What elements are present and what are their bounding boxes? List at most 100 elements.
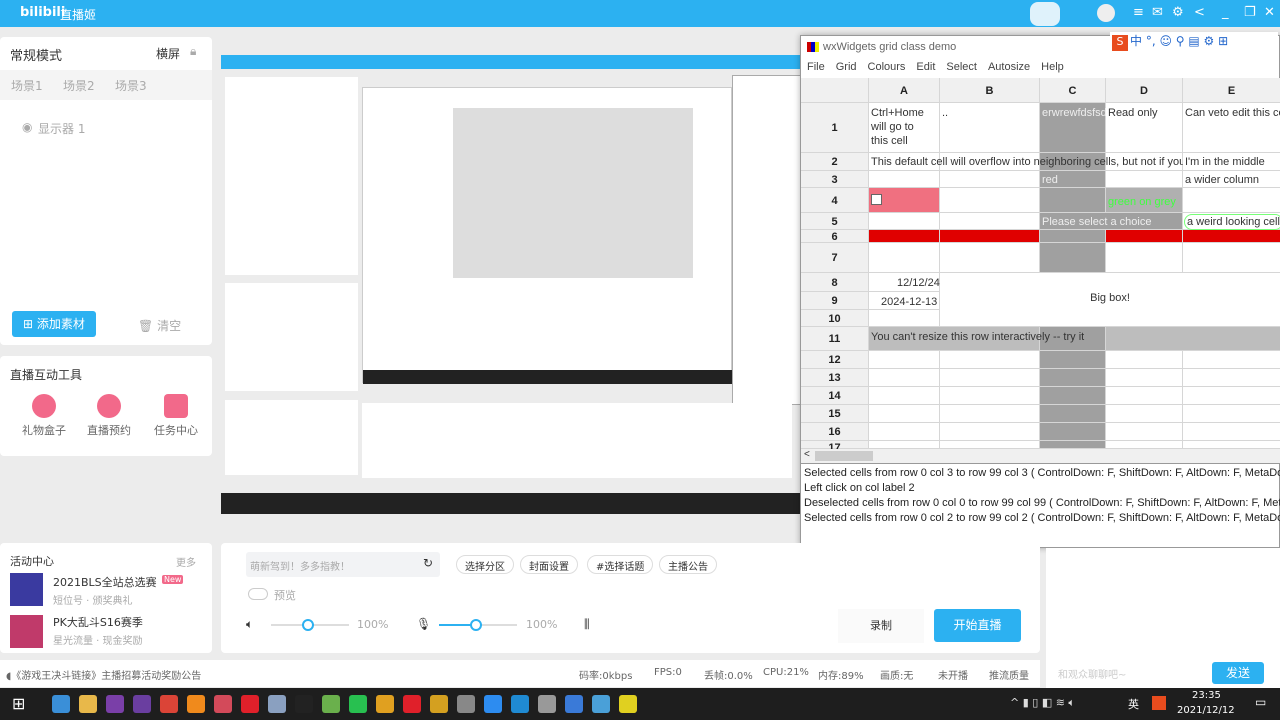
sogou-tray-icon[interactable] xyxy=(1152,696,1166,710)
taskbar-app-icon[interactable] xyxy=(538,695,556,713)
tray-icons[interactable]: ^ ▮ ▯ ◧ ≋ 🔈︎ xyxy=(1010,696,1075,710)
cell-a11[interactable]: You can't resize this row interactively … xyxy=(871,330,1084,344)
row-header-5[interactable]: 5 xyxy=(801,213,869,230)
lock-icon[interactable]: 🔒︎ xyxy=(190,44,196,59)
grid-cell[interactable] xyxy=(1040,441,1106,449)
menu-colours[interactable]: Colours xyxy=(868,61,906,73)
grid-cell[interactable] xyxy=(1183,423,1280,441)
grid-cell[interactable] xyxy=(1040,423,1106,441)
row-header-8[interactable]: 8 xyxy=(801,273,869,292)
mode-label[interactable]: 常规模式 xyxy=(10,45,62,64)
add-material-button[interactable]: ⊞ 添加素材 xyxy=(12,311,96,337)
ime-toolbar[interactable]: S中 °, ☺ ⚲ ▤ ⚙ ⊞ xyxy=(1110,32,1278,52)
grid-cell[interactable] xyxy=(1040,369,1106,387)
start-live-button[interactable]: 开始直播 xyxy=(934,609,1021,642)
activity-thumb[interactable] xyxy=(10,573,43,606)
col-header-E[interactable]: E xyxy=(1183,78,1280,103)
cell-c1[interactable]: erwrewfdsfsd xyxy=(1042,106,1106,120)
menu-file[interactable]: File xyxy=(807,61,825,73)
grid-cell[interactable] xyxy=(1040,351,1106,369)
grid-cell[interactable] xyxy=(940,230,1040,243)
taskbar-app-icon[interactable] xyxy=(187,695,205,713)
grid-cell[interactable] xyxy=(1040,188,1106,213)
grid-cell[interactable] xyxy=(1183,387,1280,405)
share-icon[interactable]: < xyxy=(1194,5,1205,20)
taskbar-app-icon[interactable] xyxy=(268,695,286,713)
gear-icon[interactable]: ⚙ xyxy=(1172,5,1184,20)
grid-cell[interactable] xyxy=(940,351,1040,369)
menu-help[interactable]: Help xyxy=(1041,61,1064,73)
taskbar-app-icon[interactable] xyxy=(241,695,259,713)
live-reservation-tool[interactable]: 直播预约 xyxy=(85,394,133,438)
taskbar-app-icon[interactable] xyxy=(295,695,313,713)
horizontal-scrollbar[interactable]: < xyxy=(801,449,1280,463)
cell-b1[interactable]: .. xyxy=(942,106,948,120)
menu-select[interactable]: Select xyxy=(946,61,977,73)
grid-cell[interactable] xyxy=(1183,441,1280,449)
grid-cell[interactable] xyxy=(1106,351,1183,369)
row-header-6[interactable]: 6 xyxy=(801,230,869,243)
cell-a8[interactable]: 12/12/24 xyxy=(897,276,940,290)
title-input[interactable]: 萌新驾到！多多指教！ ↻ xyxy=(246,552,440,577)
grid-cell[interactable] xyxy=(1106,405,1183,423)
clock-date[interactable]: 2021/12/12 xyxy=(1177,705,1235,716)
chip-category[interactable]: 选择分区 xyxy=(456,555,514,574)
grid-cell[interactable] xyxy=(1040,230,1106,243)
tab-scene-3[interactable]: 场景3 xyxy=(115,77,147,94)
grid-cell[interactable] xyxy=(869,387,940,405)
live-preview[interactable] xyxy=(221,55,801,514)
notification-icon[interactable]: ▭ xyxy=(1255,695,1266,709)
taskbar-app-icon[interactable] xyxy=(592,695,610,713)
cell-d4-text[interactable]: green on grey xyxy=(1108,195,1176,209)
grid-cell[interactable] xyxy=(940,188,1040,213)
grid-cell[interactable] xyxy=(940,369,1040,387)
col-header-A[interactable]: A xyxy=(869,78,940,103)
event-log[interactable]: Selected cells from row 0 col 3 to row 9… xyxy=(801,463,1280,548)
record-button[interactable]: 录制 xyxy=(838,609,924,643)
gift-box-tool[interactable]: 礼物盒子 xyxy=(20,394,68,438)
col-header-B[interactable]: B xyxy=(940,78,1040,103)
grid-cell[interactable] xyxy=(869,351,940,369)
grid-cell[interactable] xyxy=(869,310,940,327)
taskbar-app-icon[interactable] xyxy=(349,695,367,713)
cell-d1[interactable]: Read only xyxy=(1108,106,1158,120)
mic-icon[interactable]: 🎙︎ xyxy=(416,617,431,631)
grid-cell[interactable] xyxy=(869,441,940,449)
grid-cell[interactable] xyxy=(1183,405,1280,423)
grid-cell[interactable] xyxy=(1183,351,1280,369)
grid[interactable]: A B C D E 1 2 3 4 5 6 7 8 9 10 11 12 13 14 15 16 17 Ctrl+Home … xyxy=(801,78,1280,449)
taskbar-app-icon[interactable] xyxy=(511,695,529,713)
notice-text[interactable]: ◖《游戏王决斗链接》主播招募活动奖励公告 xyxy=(6,667,201,682)
taskbar-app-icon[interactable] xyxy=(106,695,124,713)
grid-cell[interactable] xyxy=(1106,230,1183,243)
refresh-icon[interactable]: ↻ xyxy=(423,556,433,570)
taskbar-app-icon[interactable] xyxy=(376,695,394,713)
activity-title-2[interactable]: PK大乱斗S16赛季 xyxy=(53,614,143,630)
corner-header[interactable] xyxy=(801,78,869,103)
more-link[interactable]: 更多 xyxy=(176,554,196,569)
source-item[interactable]: 显示器 1 xyxy=(38,120,85,137)
grid-cell[interactable] xyxy=(1106,387,1183,405)
taskbar-app-icon[interactable] xyxy=(133,695,151,713)
task-center-tool[interactable]: 任务中心 xyxy=(152,394,200,438)
taskbar-app-icon[interactable] xyxy=(565,695,583,713)
menu-edit[interactable]: Edit xyxy=(916,61,935,73)
chat-input[interactable]: 和观众聊聊吧~ xyxy=(1058,666,1126,681)
mail-icon[interactable]: ✉ xyxy=(1152,5,1163,20)
clear-button[interactable]: 🗑︎ 清空 xyxy=(138,317,181,334)
taskbar-app-icon[interactable] xyxy=(160,695,178,713)
restore-icon[interactable]: ❐ xyxy=(1244,5,1256,20)
grid-cell[interactable] xyxy=(1183,369,1280,387)
grid-cell[interactable] xyxy=(940,243,1040,273)
grid-cell[interactable] xyxy=(940,441,1040,449)
taskbar-app-icon[interactable] xyxy=(484,695,502,713)
grid-cell[interactable] xyxy=(869,213,940,230)
grid-cell[interactable] xyxy=(1106,441,1183,449)
grid-cell[interactable] xyxy=(940,387,1040,405)
grid-cell[interactable] xyxy=(869,369,940,387)
cell-e2[interactable]: I'm in the middle xyxy=(1185,155,1265,169)
grid-cell[interactable] xyxy=(1106,243,1183,273)
cell-a1[interactable]: Ctrl+Home will go to this cell xyxy=(871,106,924,148)
row-header-2[interactable]: 2 xyxy=(801,153,869,171)
grid-cell[interactable] xyxy=(1040,387,1106,405)
